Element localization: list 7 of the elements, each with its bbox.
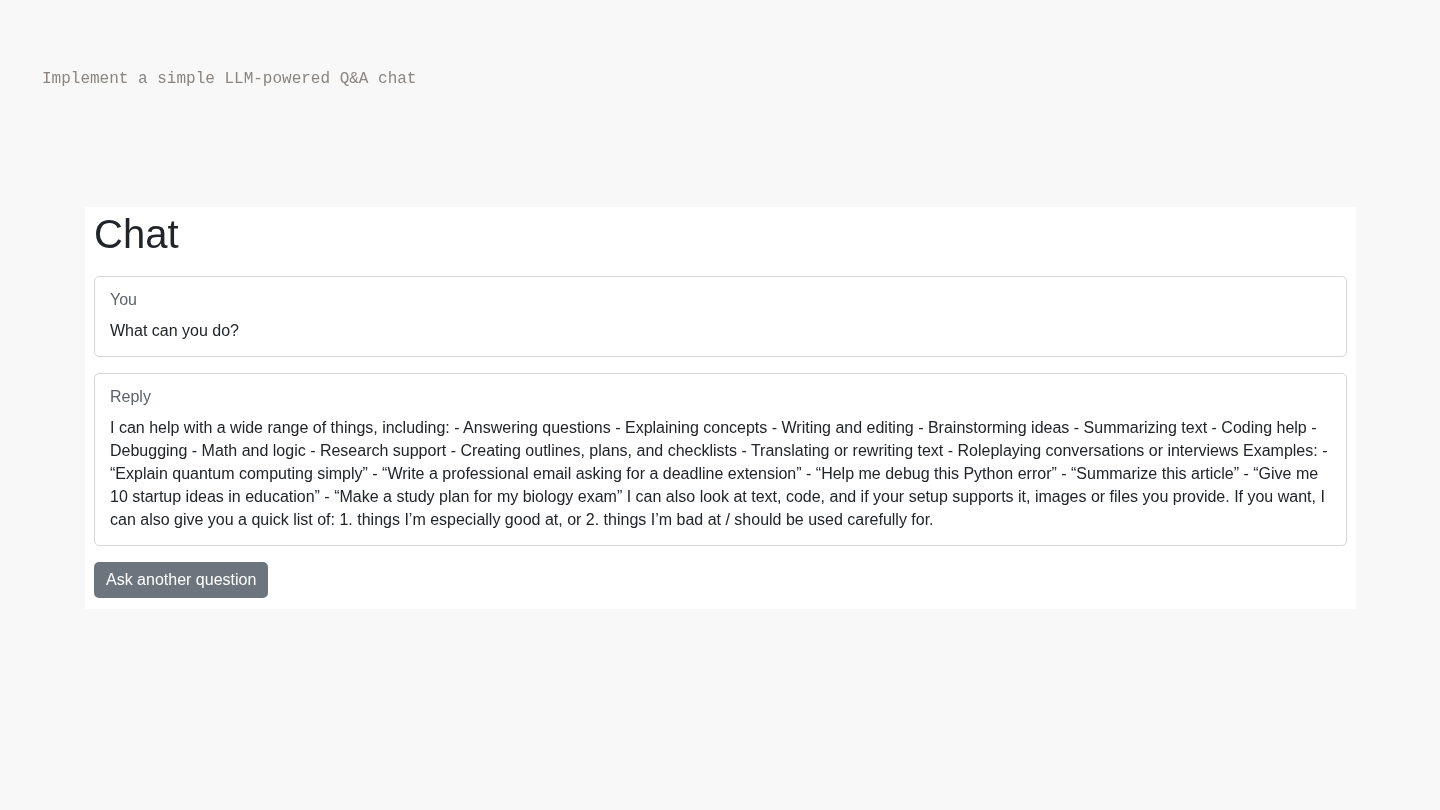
message-text: What can you do?: [110, 321, 240, 341]
message-text: I can help with a wide range of things, including: - Answering questions - Explaining concepts - Writing and editing - Brainstorming ideas - Summarizing text - Coding help - Debugging - Math and logic - Research support - Creating outlines, plans, and checklists - Translating or rewriting text - Roleplaying conversations or interviews Examples: - “Explain quantum computing simply” - “Write a professional email asking for a deadline extension” - “Help me debug this Python error” - “Summarize this article” - “Give me 10 startup ideas in education” - “Make a study plan for my biology exam” I can also look at text, code, and if your setup supports it, images or files you provide. If you want, I can also give you a quick list of: 1. things I’m especially good at, or 2. things I’m bad at / should be used carefully for.: [110, 418, 1329, 530]
chat-title: Chat: [94, 211, 179, 257]
ask-another-question-button[interactable]: Ask another question: [94, 562, 269, 598]
message-label: Reply: [110, 387, 151, 407]
task-caption: Implement a simple LLM-powered Q&A chat: [42, 69, 417, 90]
message-label: You: [110, 290, 137, 310]
